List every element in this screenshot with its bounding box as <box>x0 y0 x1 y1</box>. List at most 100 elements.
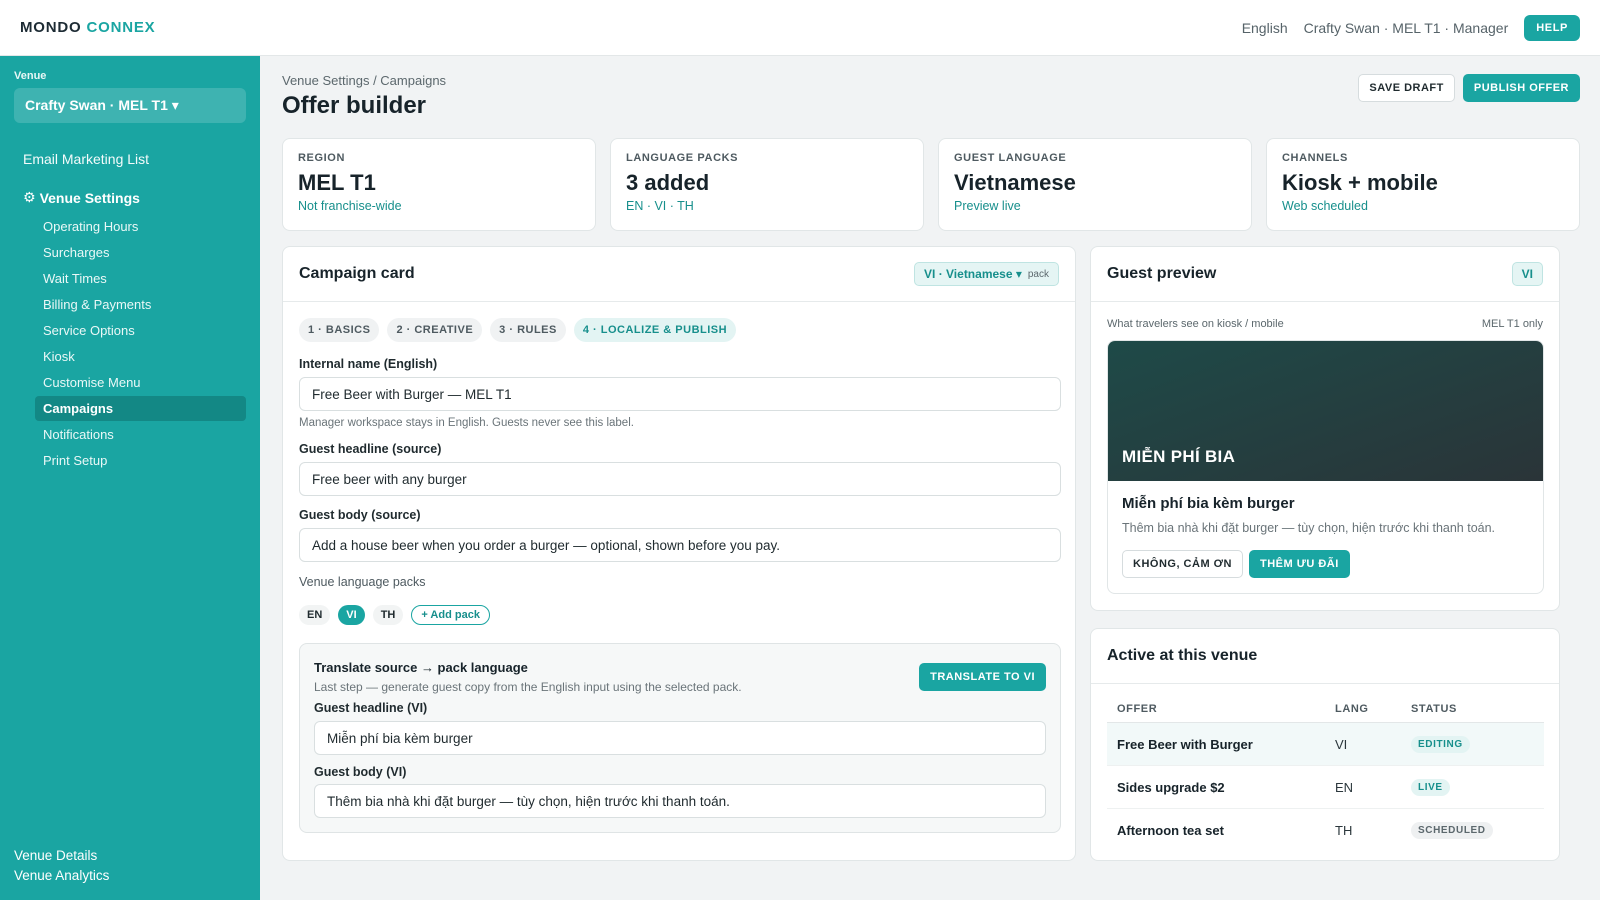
offer-preview-title: Miễn phí bia kèm burger <box>1122 495 1295 512</box>
sidebar-item-venue-details[interactable]: Venue Details <box>14 846 109 866</box>
step-tab-basics[interactable]: 1 · BASICS <box>299 318 380 342</box>
main-content: Venue Settings / Campaigns Offer builder… <box>282 56 1580 900</box>
stat-card-channels: CHANNELS Kiosk + mobile Web scheduled <box>1266 138 1580 231</box>
brand-name-part1: MONDO <box>20 19 82 36</box>
guest-body-vi-label: Guest body (VI) <box>314 765 407 779</box>
stat-value: Kiosk + mobile <box>1282 170 1438 195</box>
offer-preview-card: MIỄN PHÍ BIA Miễn phí bia kèm burger Thê… <box>1107 340 1544 594</box>
stats-row: REGION MEL T1 Not franchise-wide LANGUAG… <box>282 138 1580 231</box>
sidebar-item-kiosk[interactable]: Kiosk <box>35 344 246 369</box>
add-pack-button[interactable]: + Add pack <box>411 605 490 625</box>
offer-name: Free Beer with Burger <box>1117 736 1253 752</box>
guest-headline-vi-input[interactable]: Miễn phí bia kèm burger <box>314 721 1046 755</box>
guest-headline-vi-label: Guest headline (VI) <box>314 701 428 715</box>
translate-panel: Translate source → pack language Last st… <box>299 643 1061 833</box>
stat-sub: EN · VI · TH <box>626 199 694 213</box>
guest-preview-title: Guest preview <box>1107 265 1217 282</box>
language-pack-dropdown[interactable]: VI · Vietnamese ▾ pack <box>914 262 1059 286</box>
table-row[interactable]: Afternoon tea set TH SCHEDULED <box>1107 809 1544 852</box>
sidebar: Venue Crafty Swan · MEL T1 ▾ Email Marke… <box>0 56 260 900</box>
offer-hero-image: MIỄN PHÍ BIA <box>1108 341 1543 481</box>
sidebar-item-service-options[interactable]: Service Options <box>35 318 246 343</box>
table-header: OFFER LANG STATUS <box>1107 695 1544 723</box>
translate-button[interactable]: TRANSLATE TO VI <box>919 663 1046 691</box>
sidebar-item-customise-menu[interactable]: Customise Menu <box>35 370 246 395</box>
pack-chip-en[interactable]: EN <box>299 605 331 625</box>
preview-language-badge[interactable]: VI <box>1511 262 1543 286</box>
sidebar-item-surcharges[interactable]: Surcharges <box>35 240 246 265</box>
venue-select[interactable]: Crafty Swan · MEL T1 ▾ <box>14 88 246 123</box>
stat-value: MEL T1 <box>298 170 376 195</box>
internal-name-input[interactable]: Free Beer with Burger — MEL T1 <box>299 377 1061 411</box>
save-draft-button[interactable]: SAVE DRAFT <box>1358 74 1455 102</box>
table-row[interactable]: Sides upgrade $2 EN LIVE <box>1107 766 1544 809</box>
column-header-status: STATUS <box>1411 702 1457 715</box>
column-header-lang: LANG <box>1335 702 1369 715</box>
sidebar-item-email-marketing[interactable]: Email Marketing List <box>14 145 246 173</box>
stat-sub: Web scheduled <box>1282 199 1368 213</box>
active-offers-card: Active at this venue OFFER LANG STATUS F… <box>1090 628 1560 861</box>
user-menu[interactable]: Crafty Swan · MEL T1 · Manager <box>1304 20 1509 36</box>
pack-chip-vi[interactable]: VI <box>338 605 365 625</box>
column-header-offer: OFFER <box>1117 702 1158 715</box>
step-tab-creative[interactable]: 2 · CREATIVE <box>387 318 483 342</box>
sidebar-item-wait-times[interactable]: Wait Times <box>35 266 246 291</box>
language-packs-label: Venue language packs <box>299 575 426 589</box>
step-tab-localize-publish[interactable]: 4 · LOCALIZE & PUBLISH <box>573 318 737 342</box>
status-badge: EDITING <box>1411 735 1470 753</box>
brand-logo[interactable]: MONDO CONNEX <box>20 19 155 36</box>
guest-body-input[interactable]: Add a house beer when you order a burger… <box>299 528 1061 562</box>
language-selector[interactable]: English <box>1242 20 1288 36</box>
offer-name: Sides upgrade $2 <box>1117 779 1225 795</box>
language-pack-dropdown-label: VI · Vietnamese ▾ <box>924 267 1022 281</box>
step-tabs: 1 · BASICS 2 · CREATIVE 3 · RULES 4 · LO… <box>299 318 737 342</box>
pack-chip-th[interactable]: TH <box>372 605 404 625</box>
decline-offer-button[interactable]: KHÔNG, CẢM ƠN <box>1122 550 1243 578</box>
publish-offer-button[interactable]: PUBLISH OFFER <box>1462 74 1580 102</box>
guest-body-vi-input[interactable]: Thêm bia nhà khi đặt burger — tùy chọn, … <box>314 784 1046 818</box>
sidebar-item-billing-payments[interactable]: Billing & Payments <box>35 292 246 317</box>
campaign-card: Campaign card VI · Vietnamese ▾ pack 1 ·… <box>282 246 1076 861</box>
sidebar-item-campaigns[interactable]: Campaigns <box>35 396 246 421</box>
internal-name-hint: Manager workspace stays in English. Gues… <box>299 417 634 429</box>
guest-preview-card: Guest preview VI What travelers see on k… <box>1090 246 1560 611</box>
language-pack-dropdown-suffix: pack <box>1027 268 1049 280</box>
internal-name-label: Internal name (English) <box>299 357 438 371</box>
sidebar-item-notifications[interactable]: Notifications <box>35 422 246 447</box>
page-title: Offer builder <box>282 92 427 119</box>
sidebar-section-label: Venue Settings <box>39 189 140 206</box>
offer-lang: EN <box>1335 779 1354 795</box>
translate-panel-description: Last step — generate guest copy from the… <box>314 680 742 694</box>
stat-card-guest-language: GUEST LANGUAGE Vietnamese Preview live <box>938 138 1252 231</box>
accept-offer-button[interactable]: THÊM ƯU ĐÃI <box>1249 550 1350 578</box>
stat-label: LANGUAGE PACKS <box>626 152 739 164</box>
guest-headline-input[interactable]: Free beer with any burger <box>299 462 1061 496</box>
breadcrumb[interactable]: Venue Settings / Campaigns <box>282 73 446 88</box>
guest-body-label: Guest body (source) <box>299 508 421 522</box>
active-offers-title: Active at this venue <box>1107 647 1258 664</box>
stat-label: CHANNELS <box>1282 152 1348 164</box>
sidebar-item-venue-analytics[interactable]: Venue Analytics <box>14 866 109 886</box>
help-button[interactable]: HELP <box>1524 14 1580 41</box>
stat-card-language-packs: LANGUAGE PACKS 3 added EN · VI · TH <box>610 138 924 231</box>
stat-value: 3 added <box>626 170 710 195</box>
stat-sub: Preview live <box>954 199 1021 213</box>
step-tab-rules[interactable]: 3 · RULES <box>490 318 566 342</box>
venue-label: Venue <box>14 70 47 82</box>
guest-headline-label: Guest headline (source) <box>299 442 442 456</box>
language-pack-chips: EN VI TH + Add pack <box>299 605 490 625</box>
preview-meta-text: What travelers see on kiosk / mobile <box>1107 318 1284 330</box>
offer-lang: TH <box>1335 823 1353 838</box>
preview-scope-text: MEL T1 only <box>1481 318 1543 330</box>
offer-hero-text: MIỄN PHÍ BIA <box>1122 447 1236 466</box>
sidebar-item-print-setup[interactable]: Print Setup <box>35 448 246 473</box>
gear-icon: ⚙ <box>23 189 36 205</box>
offer-lang: VI <box>1335 736 1348 752</box>
stat-value: Vietnamese <box>954 170 1076 195</box>
top-bar: MONDO CONNEX English Crafty Swan · MEL T… <box>0 0 1600 56</box>
status-badge: SCHEDULED <box>1411 822 1493 839</box>
sidebar-item-operating-hours[interactable]: Operating Hours <box>35 214 246 239</box>
sidebar-section-venue-settings[interactable]: ⚙ Venue Settings <box>14 183 246 212</box>
table-row[interactable]: Free Beer with Burger VI EDITING <box>1107 723 1544 766</box>
brand-name-part2: CONNEX <box>86 19 156 36</box>
